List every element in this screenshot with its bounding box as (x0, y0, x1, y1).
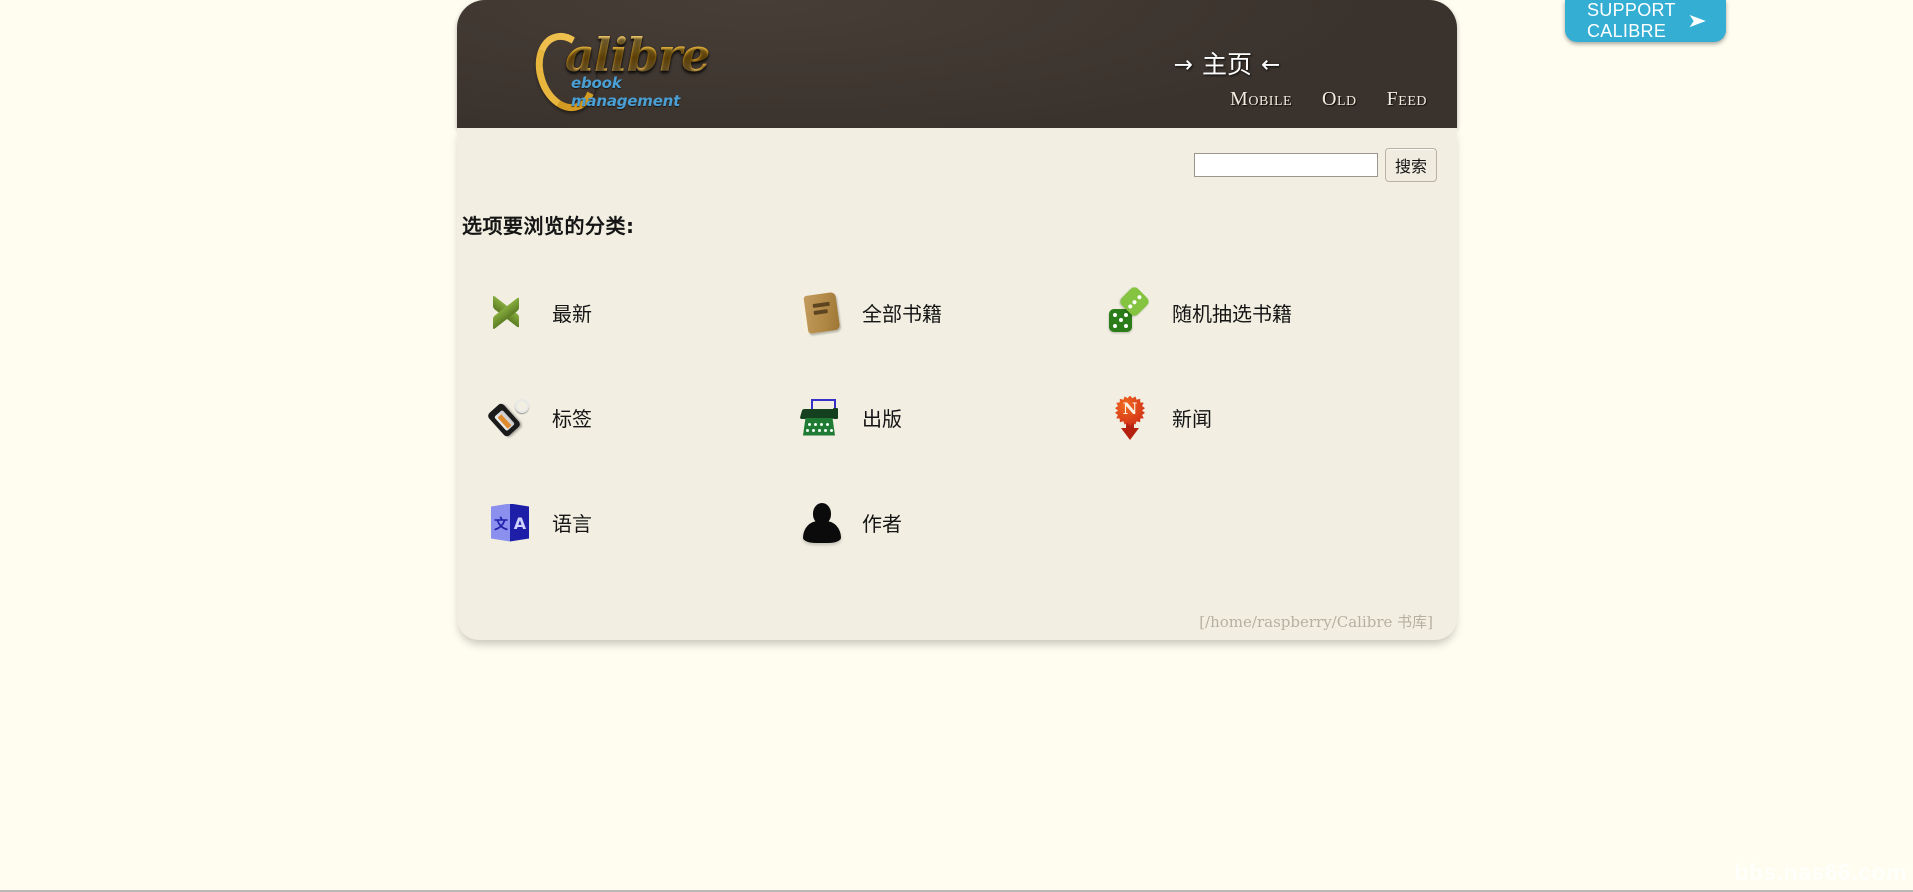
watermark: bbs.nas66.com (1734, 859, 1907, 885)
book-icon (797, 289, 845, 337)
category-item-all-books[interactable]: 全部书籍 (767, 260, 1077, 365)
chevron-right-icon (487, 289, 535, 337)
arrow-right-icon: → (1173, 52, 1193, 78)
site-header: alibre ebook management → 主页 ← Mobile Old … (457, 0, 1726, 128)
header-nav: Mobile Old Feed (1230, 88, 1427, 111)
category-grid: 最新 全部书籍 随机抽选书籍 标签 出版 N 新闻 文 A 语言 作者 (457, 260, 1397, 575)
support-calibre-label: SUPPORT CALIBRE (1587, 0, 1676, 41)
arrow-right-icon: ➤ (1687, 10, 1708, 32)
search-row: 搜索 (1193, 148, 1437, 182)
search-input[interactable] (1193, 153, 1378, 177)
library-path: [/home/raspberry/Calibre 书库] (1199, 613, 1433, 631)
category-label: 作者 (862, 512, 902, 536)
category-label: 标签 (552, 407, 592, 431)
browse-heading: 选项要浏览的分类: (462, 214, 635, 238)
category-item-news[interactable]: N 新闻 (1077, 365, 1387, 470)
home-title-link[interactable]: → 主页 ← (1165, 45, 1290, 81)
language-glyph-right: A (513, 513, 527, 533)
nav-feed-link[interactable]: Feed (1387, 88, 1427, 111)
category-item-publisher[interactable]: 出版 (767, 365, 1077, 470)
category-label: 最新 (552, 302, 592, 326)
category-item-languages[interactable]: 文 A 语言 (457, 470, 767, 575)
logo-tagline: ebook management (571, 74, 681, 110)
category-item-newest[interactable]: 最新 (457, 260, 767, 365)
nav-mobile-link[interactable]: Mobile (1230, 88, 1292, 111)
tag-icon (486, 394, 535, 442)
category-item-random-book[interactable]: 随机抽选书籍 (1077, 260, 1387, 365)
arrow-left-icon: ← (1261, 52, 1281, 78)
category-label: 全部书籍 (862, 302, 942, 326)
category-label: 出版 (862, 407, 902, 431)
category-item-authors[interactable]: 作者 (767, 470, 1077, 575)
dice-icon (1107, 284, 1155, 337)
typewriter-icon (797, 394, 845, 442)
calibre-logo[interactable]: alibre ebook management (526, 22, 710, 120)
category-label: 语言 (552, 512, 592, 536)
nav-old-link[interactable]: Old (1322, 88, 1357, 111)
search-button[interactable]: 搜索 (1384, 148, 1437, 182)
language-glyph-left: 文 (494, 516, 508, 533)
support-calibre-button[interactable]: SUPPORT CALIBRE ➤ (1565, 0, 1726, 42)
news-icon: N (1107, 394, 1155, 442)
home-title-text: 主页 (1201, 50, 1253, 79)
calibre-page: alibre ebook management → 主页 ← Mobile Old … (457, 0, 1726, 640)
person-icon (797, 499, 845, 547)
category-label: 随机抽选书籍 (1172, 302, 1292, 326)
content-panel: 搜索 选项要浏览的分类: 最新 全部书籍 随机抽选书籍 标签 出版 N 新闻 文… (457, 128, 1457, 640)
news-letter: N (1122, 398, 1138, 418)
category-item-tags[interactable]: 标签 (457, 365, 767, 470)
language-icon: 文 A (487, 499, 535, 547)
header-inner: alibre ebook management → 主页 ← Mobile Old … (457, 0, 1457, 128)
category-label: 新闻 (1172, 407, 1212, 431)
